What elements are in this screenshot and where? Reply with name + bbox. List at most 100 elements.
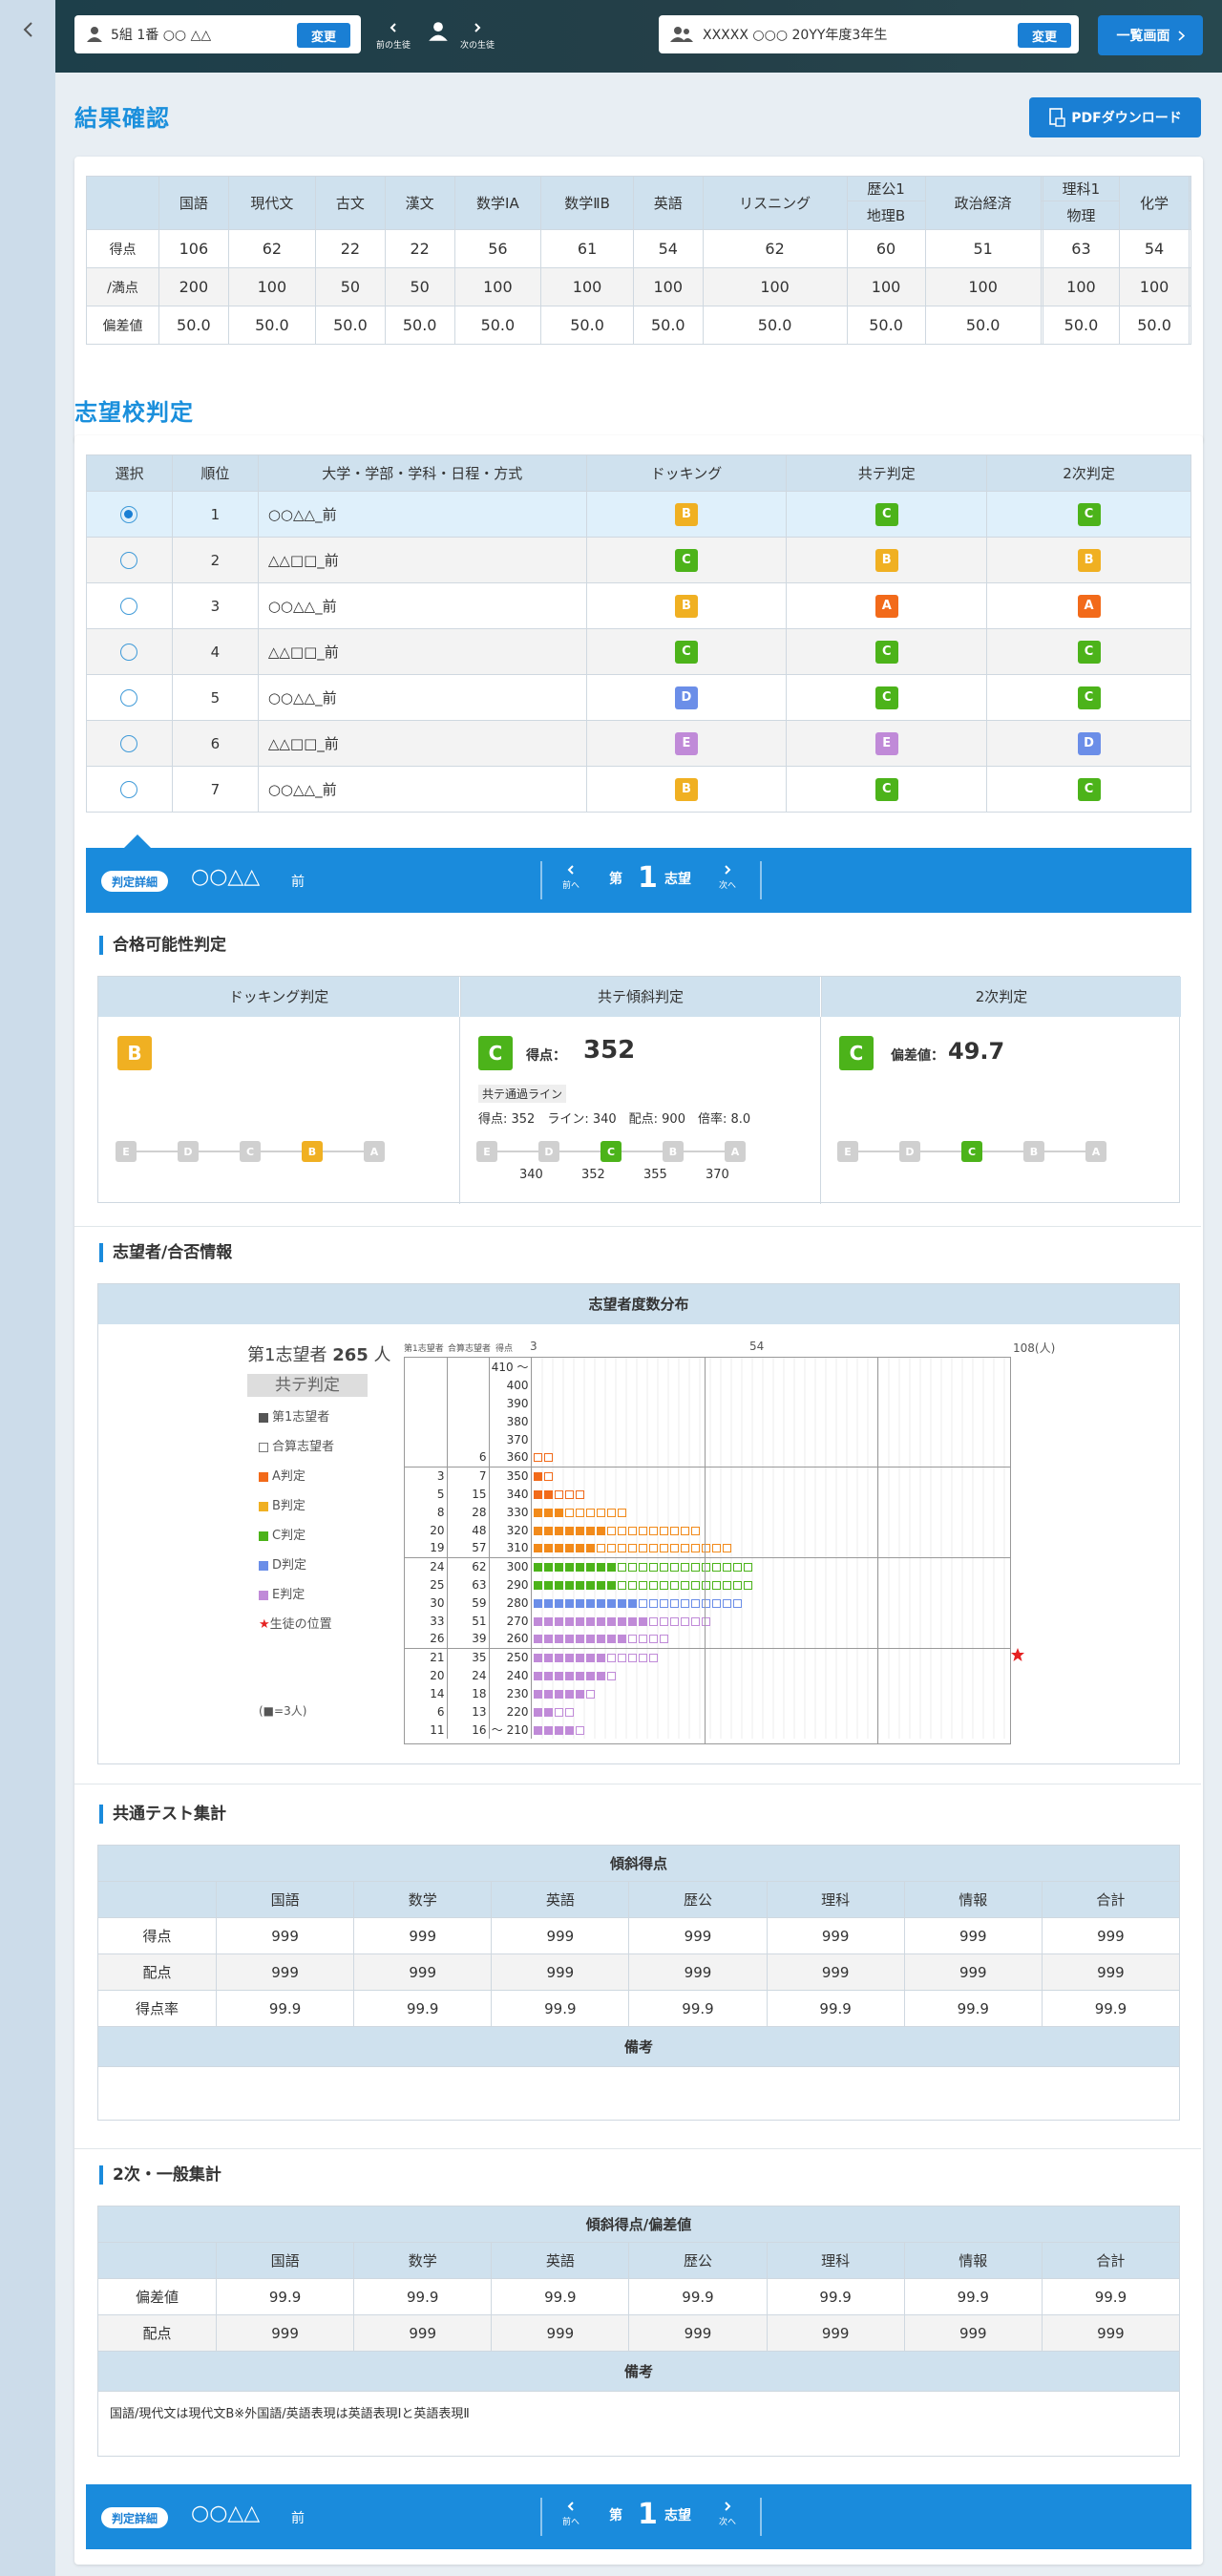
select-cell[interactable] <box>86 491 173 538</box>
distribution-row: 24 62 300 <box>405 1557 1010 1575</box>
common-cell: 999 <box>215 1917 355 1954</box>
count-square <box>575 1580 584 1590</box>
count-square <box>722 1598 731 1608</box>
judge-row[interactable]: 2 △△□□_前 C B B <box>86 537 1191 583</box>
first-choice-count <box>405 1448 448 1467</box>
subject-header: 国語 <box>158 176 229 230</box>
count-square <box>554 1689 563 1699</box>
second-row: 配点 999 999 999 999 999 999 999 <box>97 2314 1181 2352</box>
count-square <box>585 1689 595 1699</box>
select-cell[interactable] <box>86 628 173 675</box>
next-choice-button[interactable]: 次へ <box>710 2502 745 2527</box>
judge-title: 志望校判定 <box>74 399 194 426</box>
bar-cell <box>531 1648 1010 1666</box>
possibility-title: 合格可能性判定 <box>99 936 226 955</box>
count-square <box>627 1598 637 1608</box>
judge-row[interactable]: 7 ○○△△_前 B C C <box>86 766 1191 813</box>
select-cell[interactable] <box>86 720 173 767</box>
scale-number: 370 <box>706 1168 729 1182</box>
subject-header: 漢文 <box>384 176 455 230</box>
next-choice-button[interactable]: 次へ <box>710 865 745 891</box>
score-band: 400 <box>489 1376 532 1394</box>
pdf-download-button[interactable]: PDFダウンロード <box>1029 97 1201 137</box>
count-square <box>680 1580 689 1590</box>
first-choice-count <box>405 1394 448 1412</box>
distribution-row: 21 35 250 <box>405 1648 1010 1666</box>
prev-choice-button[interactable]: 前へ <box>554 865 588 891</box>
select-cell[interactable] <box>86 766 173 813</box>
count-square <box>648 1616 658 1626</box>
chevron-left-icon <box>390 23 396 32</box>
second-col-header: 歴公 <box>628 2242 768 2279</box>
list-view-button[interactable]: 一覧画面 <box>1098 15 1203 55</box>
next-student-button[interactable]: 次の生徒 <box>456 23 498 51</box>
count-square <box>638 1616 647 1626</box>
distribution-row: 33 51 270 <box>405 1612 1010 1630</box>
bar-cell <box>531 1594 1010 1612</box>
select-cell[interactable] <box>86 537 173 583</box>
select-cell[interactable] <box>86 582 173 629</box>
kyote-grade-badge: E <box>874 731 898 755</box>
select-radio[interactable] <box>120 551 138 569</box>
judge-row[interactable]: 1 ○○△△_前 B C C <box>86 491 1191 538</box>
kyote-cell: C <box>786 766 988 813</box>
prev-student-button[interactable]: 前の生徒 <box>374 23 412 51</box>
detail-pill: 判定詳細 <box>101 871 168 892</box>
first-choice-count: 33 <box>405 1612 448 1630</box>
count-square <box>596 1598 605 1608</box>
legend-item: C判定 <box>259 1521 334 1551</box>
select-radio[interactable] <box>120 597 138 615</box>
top-bar: 5組 1番 ○○ △△ 変更 前の生徒 次の生徒 XXXXX ○○○ 20YY年… <box>55 0 1222 73</box>
scale-grade: A <box>725 1141 746 1162</box>
first-choice-count <box>405 1412 448 1430</box>
niji-grade-badge: D <box>1077 731 1101 755</box>
student-name: 5組 1番 ○○ △△ <box>111 28 212 43</box>
score-cell: 50.0 <box>924 306 1042 345</box>
select-radio[interactable] <box>120 734 138 752</box>
count-square <box>585 1562 595 1572</box>
count-square <box>669 1544 679 1553</box>
count-square <box>711 1562 721 1572</box>
select-radio[interactable] <box>120 643 138 661</box>
count-square <box>680 1598 689 1608</box>
count-square <box>638 1544 647 1553</box>
common-cell: 999 <box>766 1953 905 1991</box>
count-square <box>617 1653 626 1662</box>
count-square <box>648 1544 658 1553</box>
prev-choice-button[interactable]: 前へ <box>554 2502 588 2527</box>
scale-grade: A <box>1085 1141 1106 1162</box>
judge-row[interactable]: 4 △△□□_前 C C C <box>86 628 1191 675</box>
count-square <box>596 1544 605 1553</box>
count-square <box>680 1616 689 1626</box>
common-col-header: 国語 <box>215 1881 355 1918</box>
count-square <box>648 1526 658 1535</box>
niji-scale: EDCBA <box>837 1141 1106 1162</box>
subject-header: 数学ⅠA <box>453 176 542 230</box>
second-cell: 999 <box>903 2314 1043 2352</box>
combined-count: 39 <box>447 1630 490 1648</box>
back-chevron-icon[interactable] <box>19 21 36 38</box>
count-square <box>543 1544 553 1553</box>
count-square <box>606 1562 616 1572</box>
select-radio[interactable] <box>120 688 138 707</box>
select-radio[interactable] <box>120 780 138 798</box>
count-square <box>564 1562 574 1572</box>
dock-grade-badge: B <box>674 777 698 801</box>
judge-row[interactable]: 6 △△□□_前 E E D <box>86 720 1191 767</box>
count-square <box>533 1508 542 1517</box>
judge-row[interactable]: 3 ○○△△_前 B A A <box>86 582 1191 629</box>
score-cell: 100 <box>702 267 848 306</box>
chevron-right-icon <box>725 865 731 875</box>
combined-count <box>447 1430 490 1448</box>
detail-school: ○○△△ <box>191 2502 261 2525</box>
common-cell: 99.9 <box>766 1990 905 2027</box>
select-cell[interactable] <box>86 674 173 721</box>
student-change-button[interactable]: 変更 <box>297 23 350 48</box>
select-radio[interactable] <box>120 505 138 523</box>
judge-row[interactable]: 5 ○○△△_前 D C C <box>86 674 1191 721</box>
exam-change-button[interactable]: 変更 <box>1018 23 1071 48</box>
common-cell: 999 <box>353 1917 493 1954</box>
bar-cell <box>531 1412 1010 1430</box>
subject-header: 数学ⅡB <box>540 176 634 230</box>
score-cell: 50.0 <box>453 306 542 345</box>
